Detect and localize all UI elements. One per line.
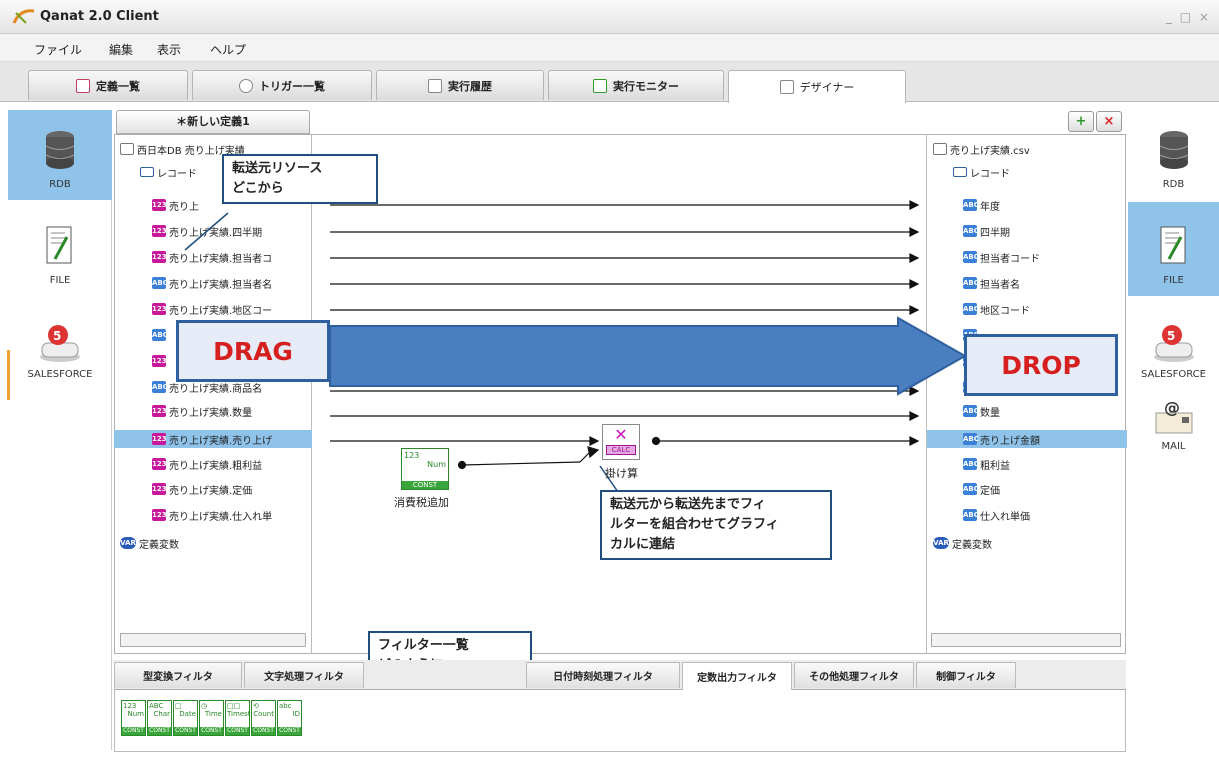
- filter-label: CONST: [278, 727, 301, 735]
- filter-connection-callout: 転送元から転送先までフィ ルターを組合わせてグラフィ カルに連結: [600, 490, 832, 560]
- arrow-head: [589, 436, 600, 446]
- filter-name: Time: [204, 710, 222, 718]
- node-label: CALC: [606, 445, 636, 455]
- filter-type: ◷: [201, 702, 208, 710]
- filter-name: Timest: [227, 710, 251, 718]
- mapping-line[interactable]: [461, 461, 581, 466]
- const-filter-num[interactable]: 123 Num CONST: [121, 700, 146, 736]
- arrow-head: [909, 436, 920, 446]
- port-dot[interactable]: [651, 436, 661, 446]
- filter-label: CONST: [122, 727, 145, 735]
- const-filter-char[interactable]: ABC Char CONST: [147, 700, 172, 736]
- filter-tab[interactable]: 制御フィルタ: [916, 662, 1016, 688]
- const-node[interactable]: 123 Num CONST: [401, 448, 449, 490]
- multiply-icon: ✕: [614, 425, 628, 444]
- const-filter-count[interactable]: ⟲ Count CONST: [251, 700, 276, 736]
- node-label: CONST: [402, 481, 448, 489]
- arrow-head: [587, 446, 600, 459]
- filter-type: 123: [123, 702, 137, 710]
- calc-node[interactable]: ✕ CALC: [602, 424, 640, 460]
- arrow-head: [909, 227, 920, 237]
- drop-label: DROP: [964, 334, 1118, 396]
- filter-name: Date: [179, 710, 196, 718]
- port-dot[interactable]: [457, 460, 467, 470]
- filter-type: □□: [227, 702, 241, 710]
- filter-type: □: [175, 702, 182, 710]
- filter-type: abc: [279, 702, 292, 710]
- const-filter-date[interactable]: □ Date CONST: [173, 700, 198, 736]
- arrow-head: [909, 386, 920, 396]
- mapping-line[interactable]: [579, 451, 591, 463]
- arrow-head: [909, 411, 920, 421]
- filter-palette: 123 Num CONST ABC Char CONST □ Date CONST ◷ Time CO…: [114, 690, 1126, 752]
- const-filter-timest[interactable]: □□ Timest CONST: [225, 700, 251, 736]
- const-filter-id[interactable]: abc ID CONST: [277, 700, 302, 736]
- filter-label: CONST: [252, 727, 275, 735]
- filter-label: CONST: [148, 727, 171, 735]
- source-callout: 転送元リソース どこから: [222, 154, 378, 204]
- drag-drop-arrow: [329, 316, 968, 396]
- filter-tab[interactable]: 日付時刻処理フィルタ: [526, 662, 680, 688]
- const-node-caption: 消費税追加: [394, 496, 449, 509]
- filter-name: Char: [153, 710, 171, 718]
- filter-tab[interactable]: 型変換フィルタ: [114, 662, 242, 688]
- filter-tab[interactable]: 定数出力フィルタ: [682, 662, 792, 690]
- filter-label: CONST: [200, 727, 223, 735]
- const-filter-time[interactable]: ◷ Time CONST: [199, 700, 224, 736]
- filter-category-tabs: 型変換フィルタ 文字処理フィルタ 日付時刻処理フィルタ 定数出力フィルタ その他処理フィ…: [114, 660, 1126, 690]
- callout-pointer: [184, 212, 229, 251]
- calc-node-caption: 掛け算: [605, 467, 638, 480]
- filter-label: CONST: [226, 727, 249, 735]
- node-subtype: Num: [427, 460, 446, 469]
- filter-type: ABC: [149, 702, 164, 710]
- filter-tab[interactable]: その他処理フィルタ: [794, 662, 914, 688]
- filter-label: CONST: [174, 727, 197, 735]
- arrow-head: [909, 253, 920, 263]
- filter-name: ID: [292, 710, 300, 718]
- filter-name: Num: [127, 710, 145, 718]
- arrow-head: [909, 305, 920, 315]
- arrow-head: [909, 200, 920, 210]
- drag-label: DRAG: [176, 320, 330, 382]
- filter-tab[interactable]: 文字処理フィルタ: [244, 662, 364, 688]
- filter-type: ⟲: [253, 702, 259, 710]
- node-type: 123: [404, 451, 420, 460]
- filter-name: Count: [253, 710, 274, 718]
- arrow-head: [909, 279, 920, 289]
